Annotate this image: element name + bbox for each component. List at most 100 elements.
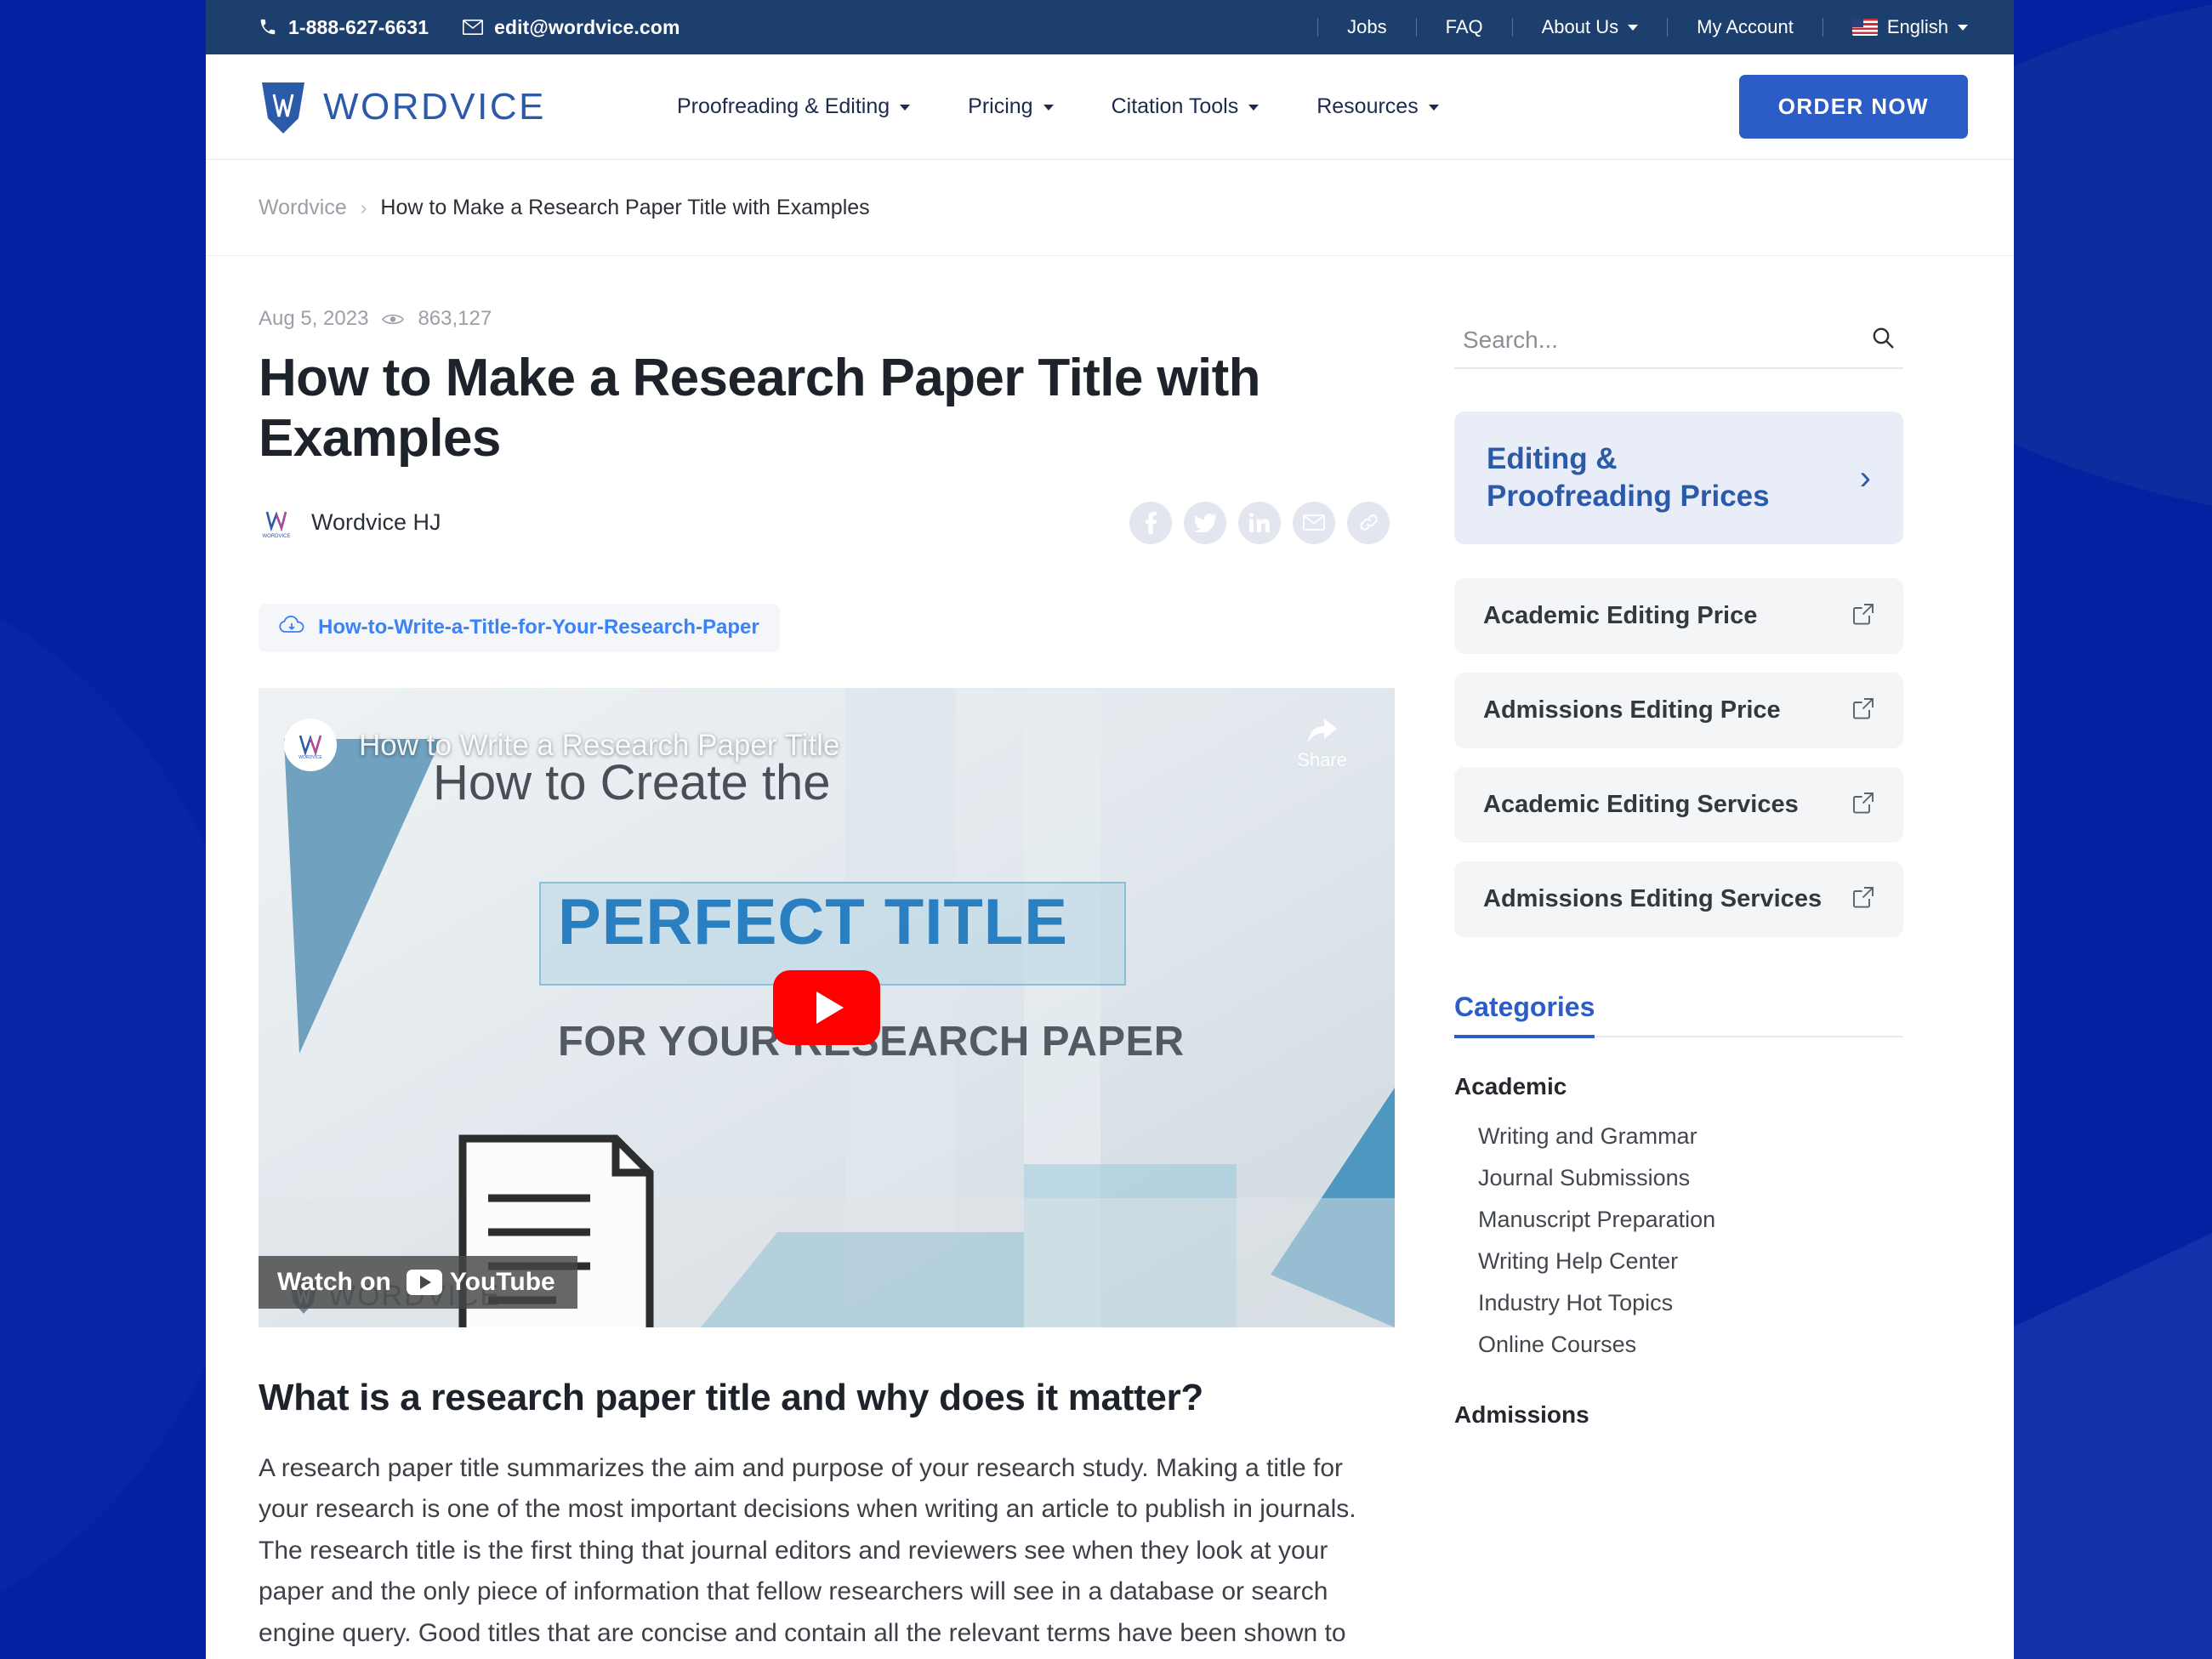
email-share-icon[interactable] [1293,501,1335,544]
topbar-link-label: My Account [1697,16,1794,37]
video-channel-avatar: WORDVICE [284,718,337,771]
price-card-title: Editing & Proofreading Prices [1487,440,1770,515]
section-heading: What is a research paper title and why d… [259,1376,1203,1418]
author-name: Wordvice HJ [311,509,441,536]
link-card-label: Admissions Editing Services [1483,885,1822,913]
category-item-manuscript-preparation[interactable]: Manuscript Preparation [1454,1199,1903,1241]
link-card-label: Academic Editing Price [1483,602,1758,630]
topbar-nav-group: Jobs FAQ About Us My Account English [1317,18,1968,37]
external-link-icon [1852,886,1874,912]
envelope-icon [463,20,484,35]
language-label: English [1886,16,1948,37]
phone-number: 1-888-627-6631 [288,15,429,38]
topbar-link-label: About Us [1541,16,1619,37]
search-icon[interactable] [1871,326,1895,354]
breadcrumb-item-wordvice[interactable]: Wordvice [259,196,347,220]
content-area: Aug 5, 2023 863,127 How to Make a Resear… [206,256,2014,1659]
primary-nav-links: Proofreading & Editing Pricing Citation … [648,94,1468,119]
chevron-down-icon [1428,104,1439,111]
category-item-writing-and-grammar[interactable]: Writing and Grammar [1454,1116,1903,1157]
breadcrumb-separator-icon: › [360,196,367,219]
linkedin-share-icon[interactable] [1238,501,1281,544]
category-item-writing-help-center[interactable]: Writing Help Center [1454,1241,1903,1282]
nav-item-proofreading-editing[interactable]: Proofreading & Editing [648,94,939,119]
youtube-play-icon[interactable] [773,969,880,1045]
copy-link-icon[interactable] [1347,501,1390,544]
topbar-link-faq[interactable]: FAQ [1417,18,1513,37]
order-now-button[interactable]: ORDER NOW [1738,75,1968,139]
topbar-link-my-account[interactable]: My Account [1668,18,1823,37]
search-box[interactable] [1454,326,1903,369]
article-column: Aug 5, 2023 863,127 How to Make a Resear… [259,307,1395,1659]
wordvice-logo[interactable]: WORDVICE [259,81,546,134]
language-selector[interactable]: English [1823,18,1968,37]
price-card-line2: Proofreading Prices [1487,480,1770,514]
sidebar-link-admissions-editing-price[interactable]: Admissions Editing Price [1454,673,1903,749]
topbar-link-label: Jobs [1347,16,1387,37]
watch-on-youtube-button[interactable]: Watch on YouTube [259,1255,577,1309]
chevron-down-icon [1043,104,1054,111]
nav-item-pricing[interactable]: Pricing [939,94,1082,119]
nav-item-label: Proofreading & Editing [677,94,890,118]
download-attachment-link[interactable]: How-to-Write-a-Title-for-Your-Research-P… [259,603,780,652]
nav-item-label: Pricing [968,94,1033,118]
twitter-share-icon[interactable] [1184,501,1226,544]
us-flag-icon [1851,19,1878,36]
category-item-industry-hot-topics[interactable]: Industry Hot Topics [1454,1282,1903,1324]
chevron-right-icon: › [1859,459,1871,497]
category-group-academic: Academic [1454,1073,1567,1100]
youtube-logo-icon: YouTube [406,1267,555,1297]
phone-contact[interactable]: 1-888-627-6631 [259,16,429,39]
category-group-admissions: Admissions [1454,1401,1589,1429]
categories-title: Categories [1454,991,1595,1039]
video-slide-line1: How to Create the [433,754,831,810]
external-link-icon [1852,697,1874,724]
price-card-line1: Editing & [1487,442,1618,475]
publish-date: Aug 5, 2023 [259,307,369,330]
phone-icon [259,18,277,37]
breadcrumb-item-current: How to Make a Research Paper Title with … [380,195,870,219]
sidebar: Editing & Proofreading Prices › Academic… [1454,307,1903,1444]
sidebar-link-academic-editing-services[interactable]: Academic Editing Services [1454,767,1903,844]
external-link-icon [1852,792,1874,818]
facebook-share-icon[interactable] [1129,501,1172,544]
sidebar-link-admissions-editing-services[interactable]: Admissions Editing Services [1454,861,1903,938]
breadcrumb: Wordvice › How to Make a Research Paper … [206,160,2014,256]
paragraph-text-part-1: A research paper title summarizes the ai… [259,1453,1356,1647]
byline-row: WORDVICE Wordvice HJ [259,501,1390,544]
email-contact[interactable]: edit@wordvice.com [463,16,680,39]
nav-item-label: Citation Tools [1111,94,1239,118]
svg-text:WORDVICE: WORDVICE [299,755,322,759]
nav-item-resources[interactable]: Resources [1288,94,1468,119]
main-navigation-bar: WORDVICE Proofreading & Editing Pricing … [206,54,2014,160]
article-meta: Aug 5, 2023 863,127 [259,307,1390,331]
svg-text:WORDVICE: WORDVICE [263,534,291,539]
video-slide-line2: PERFECT TITLE [558,885,1068,958]
avatar: WORDVICE [259,504,294,541]
wordvice-logo-text: WORDVICE [323,85,546,128]
category-item-online-courses[interactable]: Online Courses [1454,1324,1903,1366]
link-card-label: Academic Editing Services [1483,791,1799,819]
video-share-label: Share [1297,748,1347,770]
page-title: How to Make a Research Paper Title with … [259,349,1261,469]
view-count: 863,127 [418,307,492,330]
byline: WORDVICE Wordvice HJ [259,504,441,541]
link-card-label: Admissions Editing Price [1483,696,1781,724]
nav-item-label: Resources [1316,94,1419,118]
editing-proofreading-prices-card[interactable]: Editing & Proofreading Prices › [1454,412,1903,545]
watch-on-label: Watch on [277,1267,391,1296]
video-title: How to Write a Research Paper Title [359,728,840,762]
video-share-button[interactable]: Share [1297,718,1347,771]
topbar-link-jobs[interactable]: Jobs [1317,16,1417,37]
chevron-down-icon [1628,25,1639,31]
youtube-label: YouTube [449,1267,555,1296]
topbar-link-about-us[interactable]: About Us [1513,18,1669,37]
wordvice-logo-mark-icon [259,81,308,134]
category-item-journal-submissions[interactable]: Journal Submissions [1454,1157,1903,1199]
youtube-video-embed[interactable]: WORDVICE How to Write a Research Paper T… [259,687,1395,1327]
article-paragraph: A research paper title summarizes the ai… [259,1448,1390,1659]
categories-section: Categories Academic Writing and Grammar … [1454,956,1903,1429]
search-input[interactable] [1463,326,1871,354]
sidebar-link-academic-editing-price[interactable]: Academic Editing Price [1454,578,1903,655]
nav-item-citation-tools[interactable]: Citation Tools [1083,94,1288,119]
